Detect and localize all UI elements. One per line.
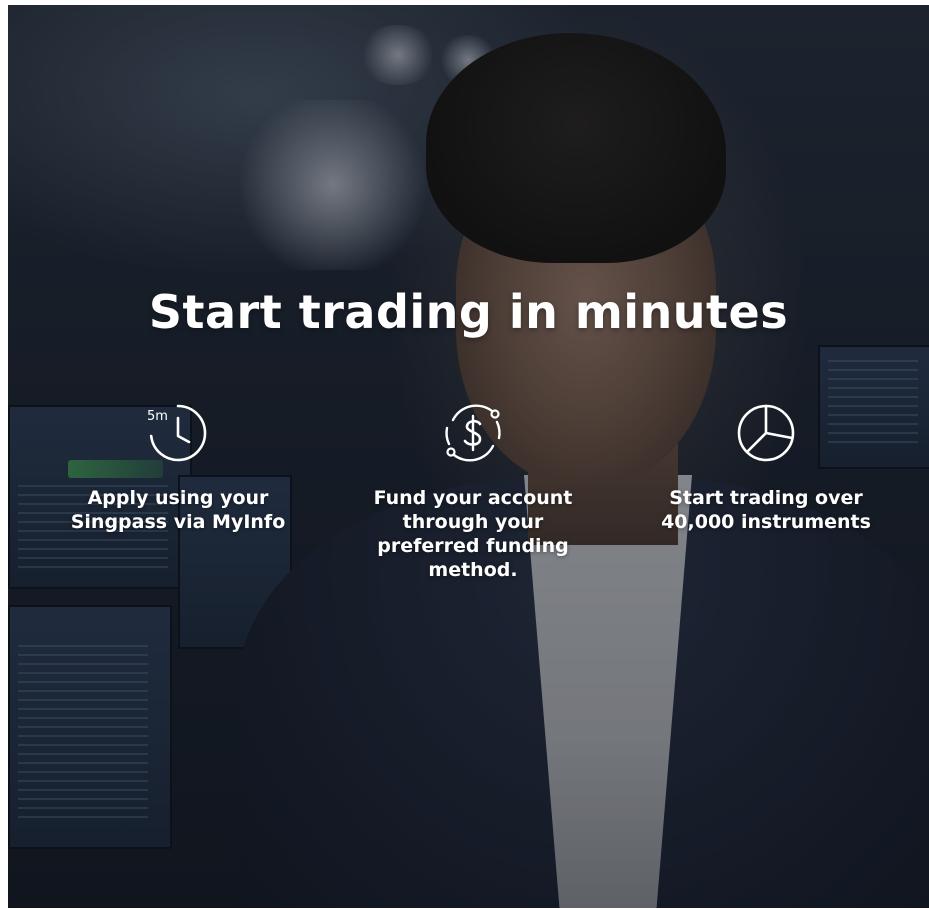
dollar-cycle-icon xyxy=(445,404,501,462)
hero-section: Start trading in minutes 5m Apply using … xyxy=(8,5,929,908)
feature-trade: Start trading over 40,000 instruments xyxy=(636,398,896,534)
feature-trade-text: Start trading over 40,000 instruments xyxy=(661,487,871,533)
feature-apply-text: Apply using your Singpass via MyInfo xyxy=(70,487,286,533)
feature-fund-text: Fund your account through your preferred… xyxy=(373,487,573,581)
feature-apply: 5m Apply using your Singpass via MyInfo xyxy=(48,398,308,534)
clock-badge-text: 5m xyxy=(147,409,168,424)
clock-5m-icon: 5m xyxy=(147,404,207,462)
hero-title: Start trading in minutes xyxy=(148,285,789,339)
pie-chart-icon xyxy=(737,404,795,462)
hero-content: Start trading in minutes 5m Apply using … xyxy=(8,5,929,908)
feature-fund: Fund your account through your preferred… xyxy=(343,398,603,582)
